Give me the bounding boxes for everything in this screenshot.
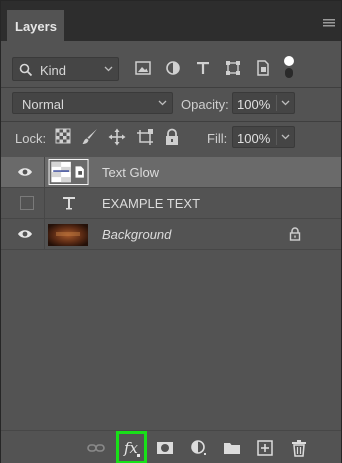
divider — [1, 87, 341, 88]
layer-row-example-text[interactable]: EXAMPLE TEXT — [1, 188, 341, 219]
tab-layers[interactable]: Layers — [7, 10, 64, 41]
blend-mode-select[interactable]: Normal — [12, 92, 173, 114]
fx-icon: fx — [124, 439, 139, 457]
chevron-down-icon — [158, 100, 167, 106]
field-divider — [276, 95, 277, 111]
chevron-down-icon[interactable] — [281, 134, 290, 140]
eye-icon — [18, 230, 32, 238]
lock-artboard-icon[interactable] — [136, 128, 154, 146]
panel-menu-icon[interactable] — [323, 19, 335, 27]
chevron-down-icon[interactable] — [281, 100, 290, 106]
layer-name: Background — [102, 227, 172, 242]
opacity-value: 100% — [237, 97, 271, 112]
opacity-field[interactable]: 100% — [232, 92, 295, 114]
link-layers-icon[interactable] — [87, 439, 105, 457]
divider — [1, 121, 341, 122]
opacity-label: Opacity: — [181, 97, 229, 112]
adjustment-filter-icon[interactable] — [164, 59, 184, 79]
lock-image-pixels-icon[interactable] — [81, 128, 99, 146]
fill-label: Fill: — [207, 131, 228, 146]
lock-position-icon[interactable] — [108, 128, 126, 146]
lock-all-icon[interactable] — [164, 128, 182, 146]
visibility-toggle[interactable] — [1, 219, 45, 249]
type-filter-icon[interactable] — [194, 59, 214, 79]
chevron-down-icon — [104, 66, 113, 72]
filter-kind-label: Kind — [40, 63, 67, 78]
lock-label: Lock: — [15, 131, 47, 146]
blend-mode-value: Normal — [22, 97, 64, 112]
fill-value: 100% — [237, 131, 271, 146]
smart-object-filter-icon[interactable] — [254, 59, 274, 79]
visibility-toggle[interactable] — [1, 188, 45, 218]
smart-object-thumbnail[interactable] — [48, 159, 90, 185]
tab-layers-label: Layers — [15, 19, 57, 34]
shape-filter-icon[interactable] — [224, 59, 244, 79]
layers-bottom-bar: fx — [1, 430, 341, 463]
new-layer-icon[interactable] — [256, 439, 274, 457]
filter-toggle-icon[interactable] — [282, 55, 296, 81]
lock-icon — [289, 227, 301, 241]
lock-transparent-pixels-icon[interactable] — [55, 128, 73, 146]
layers-panel: Layers Kind Normal Opacity: 100% Lock: F… — [0, 0, 342, 463]
panel-tab-bar: Layers — [1, 1, 341, 41]
field-divider — [276, 129, 277, 145]
visibility-toggle[interactable] — [1, 157, 45, 187]
new-group-icon[interactable] — [223, 439, 241, 457]
layer-name: EXAMPLE TEXT — [102, 196, 201, 211]
background-thumbnail[interactable] — [48, 221, 90, 247]
fx-menu-dot — [137, 454, 140, 457]
layer-name: Text Glow — [102, 165, 160, 180]
delete-layer-icon[interactable] — [290, 439, 308, 457]
eye-icon — [18, 168, 32, 176]
layers-list: Text Glow EXAMPLE TEXT Background — [1, 157, 341, 430]
layer-row-background[interactable]: Background — [1, 219, 341, 250]
layer-row-text-glow[interactable]: Text Glow — [1, 157, 341, 188]
new-adjustment-layer-icon[interactable] — [190, 439, 208, 457]
filter-kind-select[interactable]: Kind — [12, 57, 119, 81]
hidden-visibility-box — [20, 196, 34, 210]
fill-field[interactable]: 100% — [232, 126, 295, 148]
type-layer-icon[interactable] — [62, 196, 76, 210]
search-icon — [19, 63, 33, 77]
add-mask-icon[interactable] — [156, 439, 174, 457]
image-filter-icon[interactable] — [134, 59, 154, 79]
fx-button[interactable]: fx — [116, 431, 147, 463]
